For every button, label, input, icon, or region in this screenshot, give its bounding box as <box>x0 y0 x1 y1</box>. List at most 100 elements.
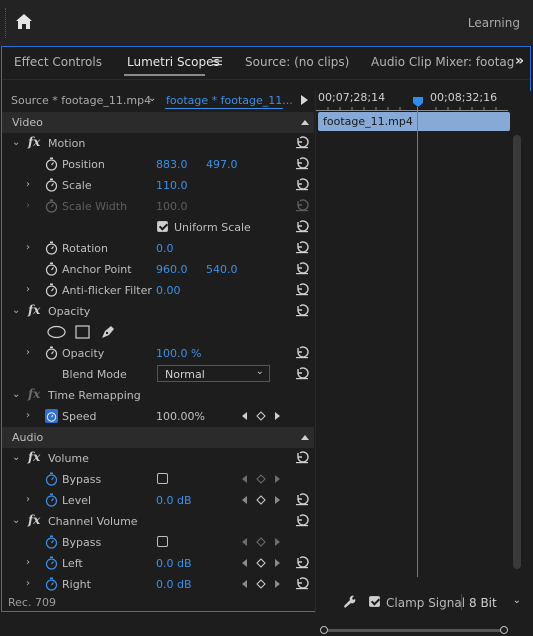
reset-icon[interactable] <box>295 303 309 317</box>
zoom-handle-right[interactable] <box>500 626 508 634</box>
audio-section-header[interactable]: Audio <box>2 427 314 448</box>
stopwatch-icon[interactable] <box>45 493 58 507</box>
vertical-scrollbar[interactable] <box>513 135 521 569</box>
reset-icon[interactable] <box>295 450 309 464</box>
opacity-effect-row[interactable]: ⌄ fx Opacity <box>2 301 314 322</box>
channel-volume-effect-row[interactable]: ⌄ fx Channel Volume <box>2 511 314 532</box>
keyframe-nav-icon[interactable] <box>241 410 285 422</box>
wrench-icon[interactable] <box>342 594 356 608</box>
stopwatch-icon[interactable] <box>45 577 58 591</box>
reset-icon[interactable] <box>295 135 309 149</box>
tab-audio-clip-mixer[interactable]: Audio Clip Mixer: footag <box>371 55 514 69</box>
source-selector-row: Source * footage_11.mp4 ⌄ footage * foot… <box>2 91 314 111</box>
bit-depth-dropdown[interactable]: 8 Bit ⌄ <box>461 594 524 610</box>
stopwatch-icon[interactable] <box>45 556 58 570</box>
time-ruler[interactable] <box>316 105 508 111</box>
reset-icon[interactable] <box>295 366 309 380</box>
reset-icon[interactable] <box>295 555 309 569</box>
collapse-up-icon[interactable] <box>301 435 309 440</box>
bypass-checkbox[interactable] <box>157 536 168 547</box>
tab-lumetri-scopes[interactable]: Lumetri Scopes <box>127 55 220 69</box>
sequence-clip-link[interactable]: footage * footage_11... <box>166 94 293 107</box>
color-space-label: Rec. 709 <box>8 596 56 609</box>
stopwatch-icon[interactable] <box>45 241 58 255</box>
collapse-up-icon[interactable] <box>301 120 309 125</box>
stopwatch-icon[interactable] <box>45 178 58 192</box>
keyframe-nav-icon[interactable] <box>241 557 285 569</box>
volume-effect-row[interactable]: ⌄ fx Volume <box>2 448 314 469</box>
fx-icon[interactable]: fx <box>28 135 40 149</box>
anchor-x-value[interactable]: 960.0 <box>156 263 188 276</box>
antiflicker-value[interactable]: 0.00 <box>156 284 181 297</box>
zoom-handle-left[interactable] <box>320 626 328 634</box>
chevron-right-icon[interactable]: › <box>26 284 34 295</box>
chevron-right-icon[interactable]: › <box>26 410 34 421</box>
reset-icon[interactable] <box>295 492 309 506</box>
chevron-right-icon[interactable]: › <box>26 242 34 253</box>
time-remapping-row[interactable]: ⌄ fx Time Remapping <box>2 385 314 406</box>
reset-icon[interactable] <box>295 240 309 254</box>
scale-value[interactable]: 110.0 <box>156 179 188 192</box>
blend-mode-dropdown[interactable]: Normal ⌄ <box>157 365 270 382</box>
stopwatch-icon[interactable] <box>45 535 58 549</box>
reset-icon[interactable] <box>295 282 309 296</box>
reset-icon[interactable] <box>295 177 309 191</box>
reset-icon[interactable] <box>295 576 309 590</box>
stopwatch-icon[interactable] <box>45 283 58 297</box>
reset-icon[interactable] <box>295 156 309 170</box>
fx-icon[interactable]: fx <box>28 450 40 464</box>
timeline-clip[interactable]: footage_11.mp4 <box>318 112 510 131</box>
zoom-track[interactable] <box>324 629 504 632</box>
keyframe-nav-icon[interactable] <box>241 494 285 506</box>
chevron-down-icon[interactable]: ⌄ <box>12 389 20 400</box>
clamp-signal-checkbox[interactable] <box>369 596 380 607</box>
chevron-right-icon[interactable]: › <box>26 347 34 358</box>
stopwatch-icon[interactable] <box>45 472 58 486</box>
chevron-right-icon[interactable]: › <box>26 179 34 190</box>
home-icon[interactable] <box>14 12 34 32</box>
fx-icon[interactable]: fx <box>28 513 40 527</box>
horizontal-zoom-scrollbar[interactable] <box>320 626 508 636</box>
chevron-down-icon[interactable]: ⌄ <box>12 137 20 148</box>
chevron-down-icon[interactable]: ⌄ <box>12 515 20 526</box>
pen-mask-icon[interactable] <box>100 324 116 340</box>
chevron-right-icon[interactable]: › <box>26 557 34 568</box>
keyframe-nav-icon[interactable] <box>241 578 285 590</box>
tab-source[interactable]: Source: (no clips) <box>245 55 349 69</box>
motion-effect-row[interactable]: ⌄ fx Motion <box>2 133 314 154</box>
stopwatch-icon[interactable] <box>45 409 58 423</box>
effect-timeline[interactable]: 00;07;28;14 00;08;32;16 footage_11.mp4 <box>315 91 531 634</box>
uniform-scale-checkbox[interactable] <box>157 221 168 232</box>
right-value[interactable]: 0.0 dB <box>156 578 192 591</box>
reset-icon[interactable] <box>295 219 309 233</box>
workspace-learning[interactable]: Learning <box>468 16 520 30</box>
anchor-y-value[interactable]: 540.0 <box>206 263 238 276</box>
stopwatch-icon[interactable] <box>45 346 58 360</box>
tabs-overflow-icon[interactable]: » <box>515 53 524 69</box>
ellipse-mask-icon[interactable] <box>47 325 66 339</box>
reset-icon[interactable] <box>295 513 309 527</box>
bypass-checkbox[interactable] <box>157 473 168 484</box>
stopwatch-icon[interactable] <box>45 262 58 276</box>
left-value[interactable]: 0.0 dB <box>156 557 192 570</box>
fx-icon[interactable]: fx <box>28 303 40 317</box>
chevron-right-icon[interactable]: › <box>26 494 34 505</box>
chevron-down-icon[interactable]: ⌄ <box>12 305 20 316</box>
position-x-value[interactable]: 883.0 <box>156 158 188 171</box>
stopwatch-icon[interactable] <box>45 157 58 171</box>
panel-menu-icon[interactable] <box>212 55 222 67</box>
level-value[interactable]: 0.0 dB <box>156 494 192 507</box>
rectangle-mask-icon[interactable] <box>75 325 90 339</box>
reset-icon[interactable] <box>295 345 309 359</box>
position-y-value[interactable]: 497.0 <box>206 158 238 171</box>
video-section-header[interactable]: Video <box>2 112 314 133</box>
tab-effect-controls[interactable]: Effect Controls <box>14 55 102 69</box>
chevron-down-icon[interactable]: ⌄ <box>148 93 156 104</box>
chevron-down-icon[interactable]: ⌄ <box>12 452 20 463</box>
speed-value[interactable]: 100.00% <box>156 410 205 423</box>
reset-icon[interactable] <box>295 261 309 275</box>
opacity-value[interactable]: 100.0 % <box>156 347 201 360</box>
play-icon[interactable] <box>301 95 308 105</box>
chevron-right-icon[interactable]: › <box>26 578 34 589</box>
rotation-value[interactable]: 0.0 <box>156 242 174 255</box>
